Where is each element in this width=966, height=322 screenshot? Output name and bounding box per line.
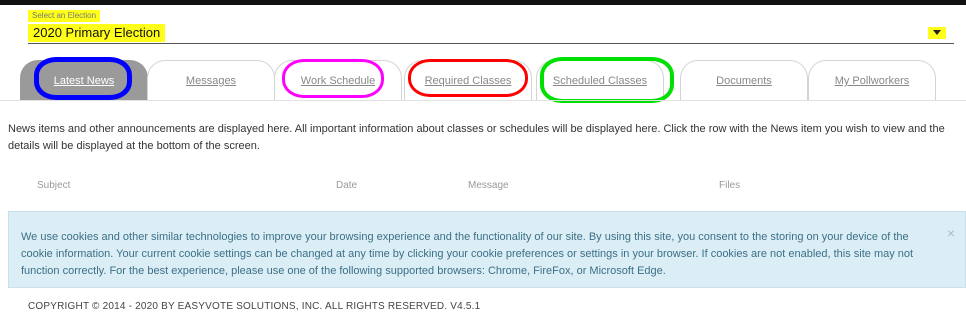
close-icon[interactable]: × — [947, 225, 955, 241]
tab-my-pollworkers[interactable]: My Pollworkers — [808, 60, 936, 100]
tab-work-schedule[interactable]: Work Schedule — [274, 60, 402, 100]
column-header-subject[interactable]: Subject — [37, 180, 70, 191]
footer-copyright: COPYRIGHT © 2014 - 2020 BY EASYVOTE SOLU… — [28, 301, 481, 312]
tab-documents[interactable]: Documents — [680, 60, 808, 100]
election-select-label: Select an Election — [28, 10, 101, 22]
top-bar — [0, 0, 966, 5]
tab-bar: Latest News Messages Work Schedule Requi… — [0, 57, 966, 103]
news-table-header: Subject Date Message Files — [0, 174, 966, 198]
cookie-banner: We use cookies and other similar technol… — [8, 211, 966, 288]
tab-messages[interactable]: Messages — [147, 60, 275, 100]
tab-required-classes[interactable]: Required Classes — [404, 60, 532, 100]
dropdown-arrow-icon[interactable] — [928, 27, 946, 39]
election-select-value[interactable]: 2020 Primary Election — [28, 24, 166, 42]
news-intro-text: News items and other announcements are d… — [8, 123, 945, 152]
cookie-banner-text: We use cookies and other similar technol… — [21, 231, 914, 277]
column-header-files[interactable]: Files — [719, 180, 740, 191]
tab-scheduled-classes[interactable]: Scheduled Classes — [536, 60, 664, 100]
tab-latest-news[interactable]: Latest News — [20, 60, 148, 100]
column-header-message[interactable]: Message — [468, 180, 509, 191]
tabs-divider — [0, 100, 966, 101]
column-header-date[interactable]: Date — [336, 180, 357, 191]
election-select[interactable]: Select an Election 2020 Primary Election — [28, 10, 954, 44]
